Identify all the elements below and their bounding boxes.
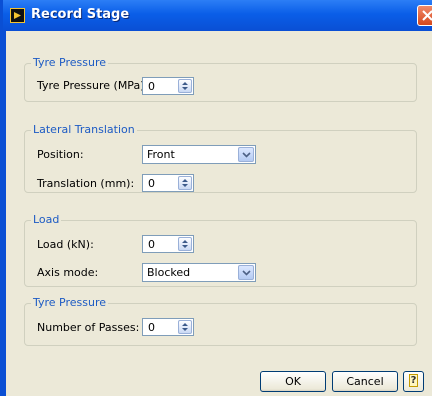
spin-arrows-icon[interactable] [178, 237, 192, 251]
chevron-down-icon[interactable] [238, 147, 254, 162]
chevron-down-icon[interactable] [238, 265, 254, 280]
spin-arrows-icon[interactable] [178, 176, 192, 190]
load-input[interactable]: 0 [142, 235, 194, 253]
cancel-button[interactable]: Cancel [332, 371, 398, 392]
spin-arrows-icon[interactable] [178, 320, 192, 334]
title-bar[interactable]: Record Stage [3, 0, 432, 31]
axis-mode-label: Axis mode: [37, 266, 99, 279]
axis-mode-select[interactable]: Blocked [142, 263, 256, 282]
translation-input[interactable]: 0 [142, 174, 194, 192]
group-title: Load [31, 213, 62, 226]
passes-value: 0 [148, 321, 155, 334]
labview-icon [10, 8, 25, 23]
close-icon [422, 10, 432, 21]
help-button[interactable]: ? [403, 371, 424, 392]
passes-input[interactable]: 0 [142, 318, 194, 336]
dialog-body: Tyre Pressure Tyre Pressure (MPa): 0 Lat… [6, 31, 432, 396]
tyre-pressure-value: 0 [148, 80, 155, 93]
ok-button[interactable]: OK [260, 371, 326, 392]
load-value: 0 [148, 238, 155, 251]
help-icon: ? [409, 374, 418, 387]
position-value: Front [147, 148, 175, 161]
group-title: Tyre Pressure [31, 56, 109, 69]
axis-mode-value: Blocked [147, 266, 191, 279]
passes-label: Number of Passes: [37, 321, 140, 334]
close-button[interactable] [417, 5, 432, 26]
window-title: Record Stage [31, 7, 130, 22]
position-label: Position: [37, 148, 84, 161]
tyre-pressure-label: Tyre Pressure (MPa): [37, 79, 149, 92]
group-title: Tyre Pressure [31, 296, 109, 309]
tyre-pressure-input[interactable]: 0 [142, 77, 194, 95]
load-label: Load (kN): [37, 238, 94, 251]
group-title: Lateral Translation [31, 123, 137, 136]
translation-label: Translation (mm): [37, 177, 135, 190]
spin-arrows-icon[interactable] [178, 79, 192, 93]
translation-value: 0 [148, 177, 155, 190]
position-select[interactable]: Front [142, 145, 256, 164]
dialog-window: Record Stage Tyre Pressure Tyre Pressure… [0, 0, 432, 396]
